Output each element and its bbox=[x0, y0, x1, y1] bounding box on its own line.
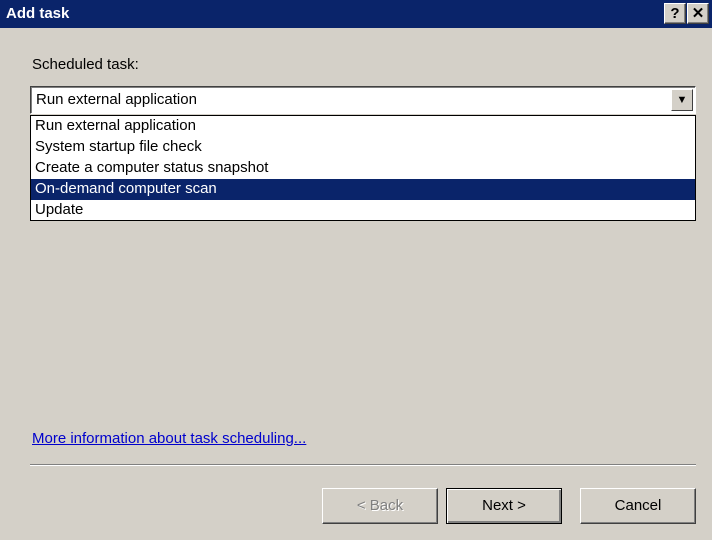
dropdown-option-system-startup-file-check[interactable]: System startup file check bbox=[31, 137, 695, 158]
dropdown-option-create-status-snapshot[interactable]: Create a computer status snapshot bbox=[31, 158, 695, 179]
back-button[interactable]: < Back bbox=[322, 488, 438, 524]
separator bbox=[30, 464, 696, 466]
help-button[interactable]: ? bbox=[664, 3, 686, 24]
combobox-value: Run external application bbox=[36, 91, 197, 108]
cancel-button[interactable]: Cancel bbox=[580, 488, 696, 524]
scheduled-task-label: Scheduled task: bbox=[32, 56, 139, 73]
next-button[interactable]: Next > bbox=[446, 488, 562, 524]
title-bar: Add task ? ✕ bbox=[0, 0, 712, 28]
dropdown-option-run-external-application[interactable]: Run external application bbox=[31, 116, 695, 137]
close-button[interactable]: ✕ bbox=[687, 3, 709, 24]
scheduled-task-dropdown-list: Run external application System startup … bbox=[30, 115, 696, 221]
dropdown-option-update[interactable]: Update bbox=[31, 200, 695, 221]
task-scheduling-info-link[interactable]: More information about task scheduling..… bbox=[32, 430, 306, 447]
dropdown-option-on-demand-scan[interactable]: On-demand computer scan bbox=[31, 179, 695, 200]
chevron-down-icon[interactable]: ▼ bbox=[671, 89, 693, 111]
window-title: Add task bbox=[6, 5, 70, 22]
scheduled-task-combobox[interactable]: Run external application ▼ bbox=[30, 86, 696, 114]
